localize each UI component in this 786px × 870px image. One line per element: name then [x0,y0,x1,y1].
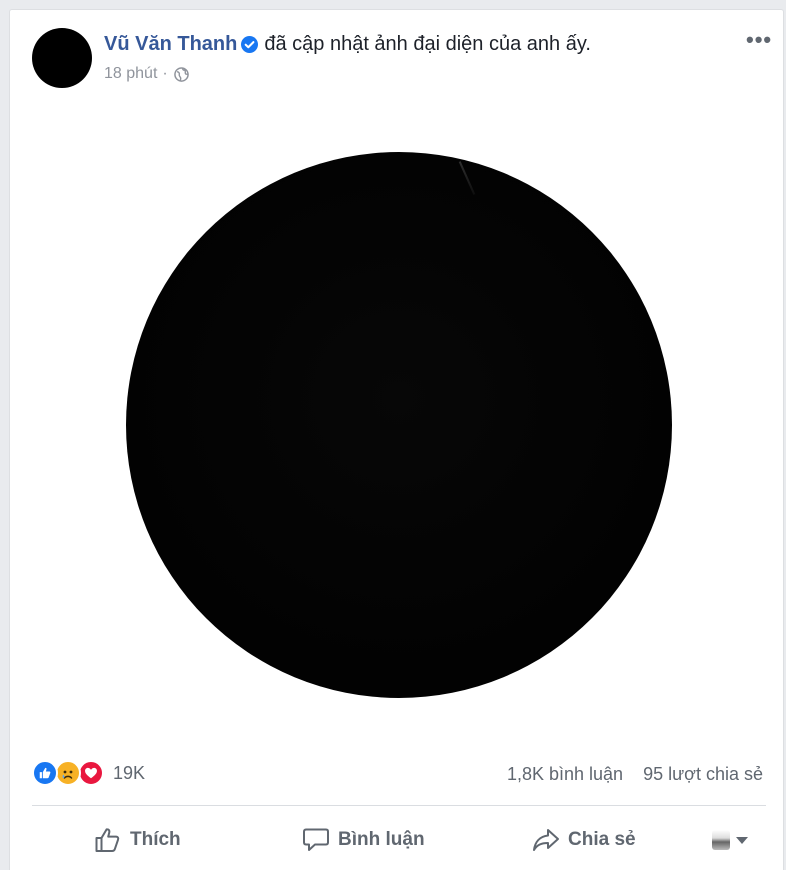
caret-down-icon [736,836,748,844]
author-name-link[interactable]: Vũ Văn Thanh [104,33,237,56]
comment-count-link[interactable]: 1,8K bình luận [507,764,623,784]
reactions-summary[interactable]: 19K [32,760,145,786]
post-card: Vũ Văn Thanh đã cập nhật ảnh đại diện củ… [9,9,784,870]
like-button-label: Thích [130,829,181,850]
post-action-text: đã cập nhật ảnh đại diện của anh ấy. [264,33,591,55]
like-button[interactable]: Thích [94,820,181,860]
comment-button[interactable]: Bình luận [302,820,425,860]
post-stats: 1,8K bình luận 95 lượt chia sẻ [507,764,763,785]
profile-photo-image [126,152,672,698]
post-timestamp[interactable]: 18 phút [104,65,157,83]
reaction-count[interactable]: 19K [113,763,145,784]
globe-icon[interactable] [173,66,189,82]
actions-divider [32,805,766,806]
post-header: Vũ Văn Thanh đã cập nhật ảnh đại diện củ… [104,33,591,56]
share-button[interactable]: Chia sẻ [532,820,636,860]
more-options-button[interactable]: ••• [746,29,772,51]
profile-photo[interactable] [126,152,672,698]
post-meta: 18 phút · [104,65,189,83]
like-icon [32,760,58,786]
photo-highlight [458,161,476,195]
verified-badge-icon [241,36,259,53]
comment-bubble-icon [303,828,329,851]
post-as-selector[interactable] [712,820,748,860]
post-action-bar: Thích Bình luận Chia sẻ [10,820,783,860]
comment-button-label: Bình luận [338,829,425,850]
page-avatar [712,830,730,850]
author-avatar[interactable] [32,28,92,88]
share-arrow-icon [533,829,559,851]
sad-icon [55,760,81,786]
share-count-link[interactable]: 95 lượt chia sẻ [643,764,763,784]
thumbs-up-icon [95,828,120,852]
meta-separator: · [162,65,168,82]
love-icon [78,760,104,786]
share-button-label: Chia sẻ [568,829,636,850]
